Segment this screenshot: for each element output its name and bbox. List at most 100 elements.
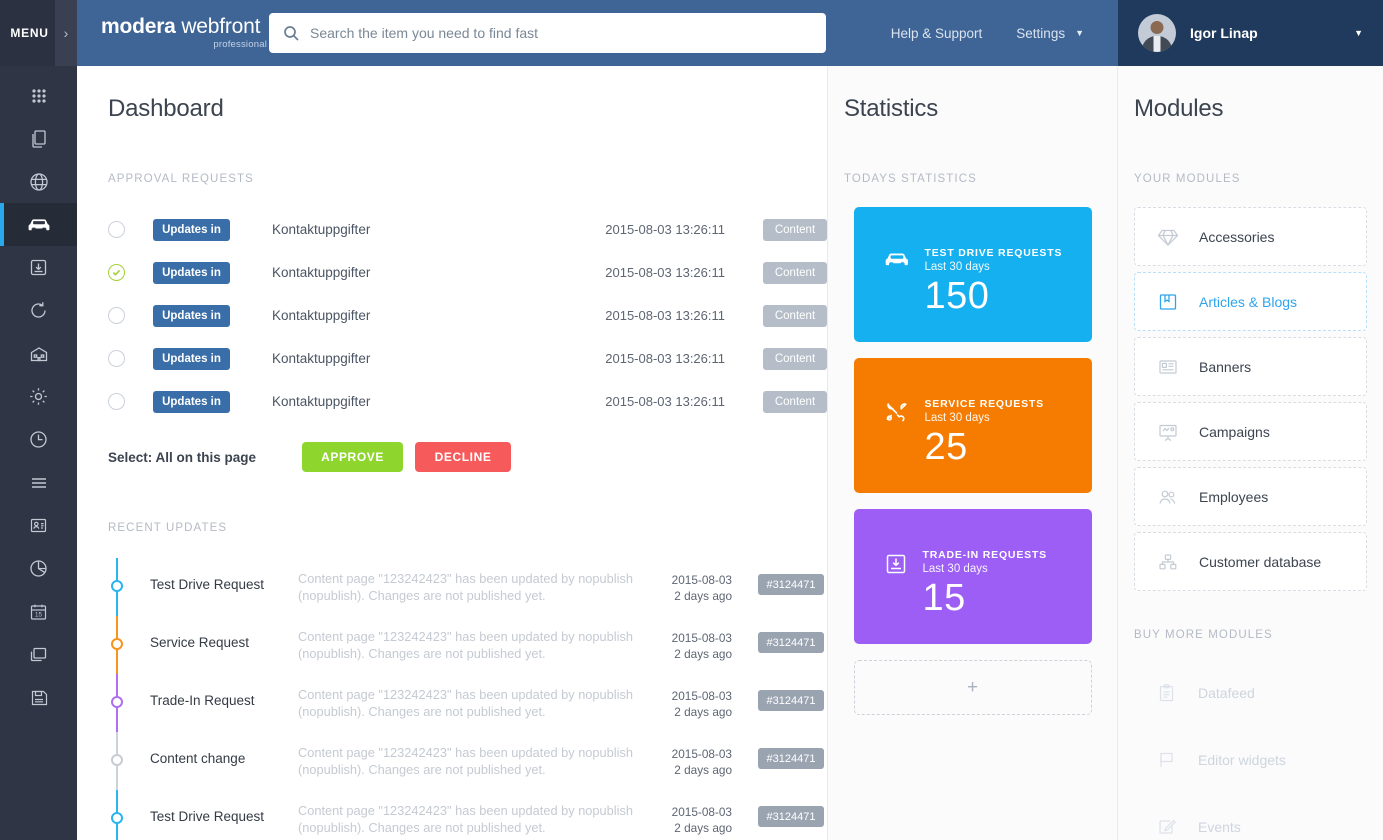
stat-subtitle: Last 30 days (925, 412, 1044, 424)
statistics-title: Statistics (828, 66, 1117, 123)
list-item[interactable]: Service Request Content page "123242423"… (77, 616, 827, 674)
list-item[interactable]: Test Drive Request Content page "1232424… (77, 558, 827, 616)
rail-item-calendar[interactable]: 15 (0, 590, 77, 633)
table-row[interactable]: Updates in Kontaktuppgifter 2015-08-03 1… (77, 380, 827, 423)
presentation-icon (1157, 422, 1179, 442)
windows-icon (28, 645, 49, 664)
add-statistic-button[interactable]: + (854, 660, 1092, 715)
rail-item-save[interactable] (0, 676, 77, 719)
item-date-value: 2015-08-03 (636, 746, 732, 762)
avatar (1138, 14, 1176, 52)
chevron-right-icon[interactable]: › (55, 0, 77, 66)
module-label: Banners (1199, 359, 1251, 375)
rail-item-globe[interactable] (0, 160, 77, 203)
stat-card-service[interactable]: SERVICE REQUESTS Last 30 days 25 (854, 358, 1092, 493)
timeline-marker (108, 790, 150, 840)
type-badge: Content (763, 305, 827, 327)
calendar-icon: 15 (28, 602, 49, 622)
row-radio[interactable] (108, 393, 125, 410)
rail-item-lists[interactable] (0, 461, 77, 504)
select-all-label[interactable]: Select: All on this page (108, 450, 256, 465)
rail-item-history[interactable] (0, 418, 77, 461)
table-row[interactable]: Updates in Kontaktuppgifter 2015-08-03 1… (77, 208, 827, 251)
row-radio[interactable] (108, 307, 125, 324)
rail-item-trade-in[interactable] (0, 246, 77, 289)
rail-item-apps-grid[interactable] (0, 74, 77, 117)
inbox-download-icon (884, 549, 908, 619)
apps-grid-icon (29, 86, 49, 106)
module-item-customer-database[interactable]: Customer database (1134, 532, 1367, 591)
buy-label: Editor widgets (1198, 752, 1286, 768)
search-input[interactable] (310, 25, 812, 41)
stat-title: TRADE-IN REQUESTS (923, 549, 1047, 561)
buy-item-datafeed[interactable]: Datafeed (1134, 659, 1367, 726)
diamond-icon (1157, 227, 1179, 247)
list-item[interactable]: Content change Content page "123242423" … (77, 732, 827, 790)
module-item-employees[interactable]: Employees (1134, 467, 1367, 526)
rail-item-documents[interactable] (0, 117, 77, 160)
buy-item-events[interactable]: Events (1134, 793, 1367, 840)
settings-label: Settings (1016, 26, 1065, 41)
rail-item-vehicles[interactable] (0, 203, 77, 246)
rail-menu-toggle[interactable]: MENU › (0, 0, 77, 66)
stat-title: SERVICE REQUESTS (925, 398, 1044, 410)
list-lines-icon (28, 475, 50, 491)
row-date: 2015-08-03 13:26:11 (565, 351, 725, 366)
status-badge: Updates in (153, 305, 230, 327)
settings-menu[interactable]: Settings ▼ (1016, 26, 1084, 41)
save-disk-icon (29, 688, 49, 708)
wrench-tools-icon (884, 398, 910, 468)
row-radio[interactable] (108, 221, 125, 238)
row-radio[interactable] (108, 264, 125, 281)
timeline-dot (111, 696, 123, 708)
rail-item-list: 15 (0, 66, 77, 719)
stat-card-test-drive[interactable]: TEST DRIVE REQUESTS Last 30 days 150 (854, 207, 1092, 342)
list-item[interactable]: Trade-In Request Content page "123242423… (77, 674, 827, 732)
item-title: Content change (150, 732, 298, 766)
buy-item-editor-widgets[interactable]: Editor widgets (1134, 726, 1367, 793)
rail-item-refresh[interactable] (0, 289, 77, 332)
item-title: Trade-In Request (150, 674, 298, 708)
item-date: 2015-08-03 2 days ago (636, 616, 732, 662)
stat-card-trade-in[interactable]: TRADE-IN REQUESTS Last 30 days 15 (854, 509, 1092, 644)
gear-icon (28, 386, 49, 407)
table-row[interactable]: Updates in Kontaktuppgifter 2015-08-03 1… (77, 294, 827, 337)
modules-column: Modules YOUR MODULES Accessories Article… (1118, 66, 1383, 840)
row-name: Kontaktuppgifter (272, 308, 565, 323)
rail-item-windows[interactable] (0, 633, 77, 676)
row-date: 2015-08-03 13:26:11 (565, 222, 725, 237)
help-support-link[interactable]: Help & Support (891, 26, 983, 41)
module-item-accessories[interactable]: Accessories (1134, 207, 1367, 266)
content-columns: Dashboard APPROVAL REQUESTS Updates in K… (77, 66, 1383, 840)
brand-logo[interactable]: modera webfront professional (77, 16, 269, 50)
rail-item-dealership[interactable] (0, 332, 77, 375)
type-badge: Content (763, 262, 827, 284)
timeline-dot (111, 638, 123, 650)
search-bar[interactable] (269, 13, 826, 53)
table-row[interactable]: Updates in Kontaktuppgifter 2015-08-03 1… (77, 337, 827, 380)
item-date-relative: 2 days ago (636, 762, 732, 778)
approve-button[interactable]: APPROVE (302, 442, 403, 472)
row-radio[interactable] (108, 350, 125, 367)
rail-item-reports[interactable] (0, 547, 77, 590)
documents-icon (28, 128, 50, 150)
clock-icon (28, 429, 49, 450)
type-badge: Content (763, 348, 827, 370)
decline-button[interactable]: DECLINE (415, 442, 511, 472)
approval-requests-label: APPROVAL REQUESTS (77, 173, 827, 185)
module-label: Articles & Blogs (1199, 294, 1297, 310)
timeline-dot (111, 754, 123, 766)
refresh-icon (28, 300, 49, 321)
user-menu[interactable]: Igor Linap ▼ (1118, 0, 1383, 66)
table-row[interactable]: Updates in Kontaktuppgifter 2015-08-03 1… (77, 251, 827, 294)
left-icon-rail: MENU › (0, 0, 77, 840)
module-item-articles-blogs[interactable]: Articles & Blogs (1134, 272, 1367, 331)
module-item-banners[interactable]: Banners (1134, 337, 1367, 396)
item-description: Content page "123242423" has been update… (298, 790, 636, 836)
list-item[interactable]: Test Drive Request Content page "1232424… (77, 790, 827, 840)
item-date-relative: 2 days ago (636, 704, 732, 720)
module-item-campaigns[interactable]: Campaigns (1134, 402, 1367, 461)
rail-item-contacts[interactable] (0, 504, 77, 547)
rail-item-settings[interactable] (0, 375, 77, 418)
book-icon (1157, 292, 1179, 312)
